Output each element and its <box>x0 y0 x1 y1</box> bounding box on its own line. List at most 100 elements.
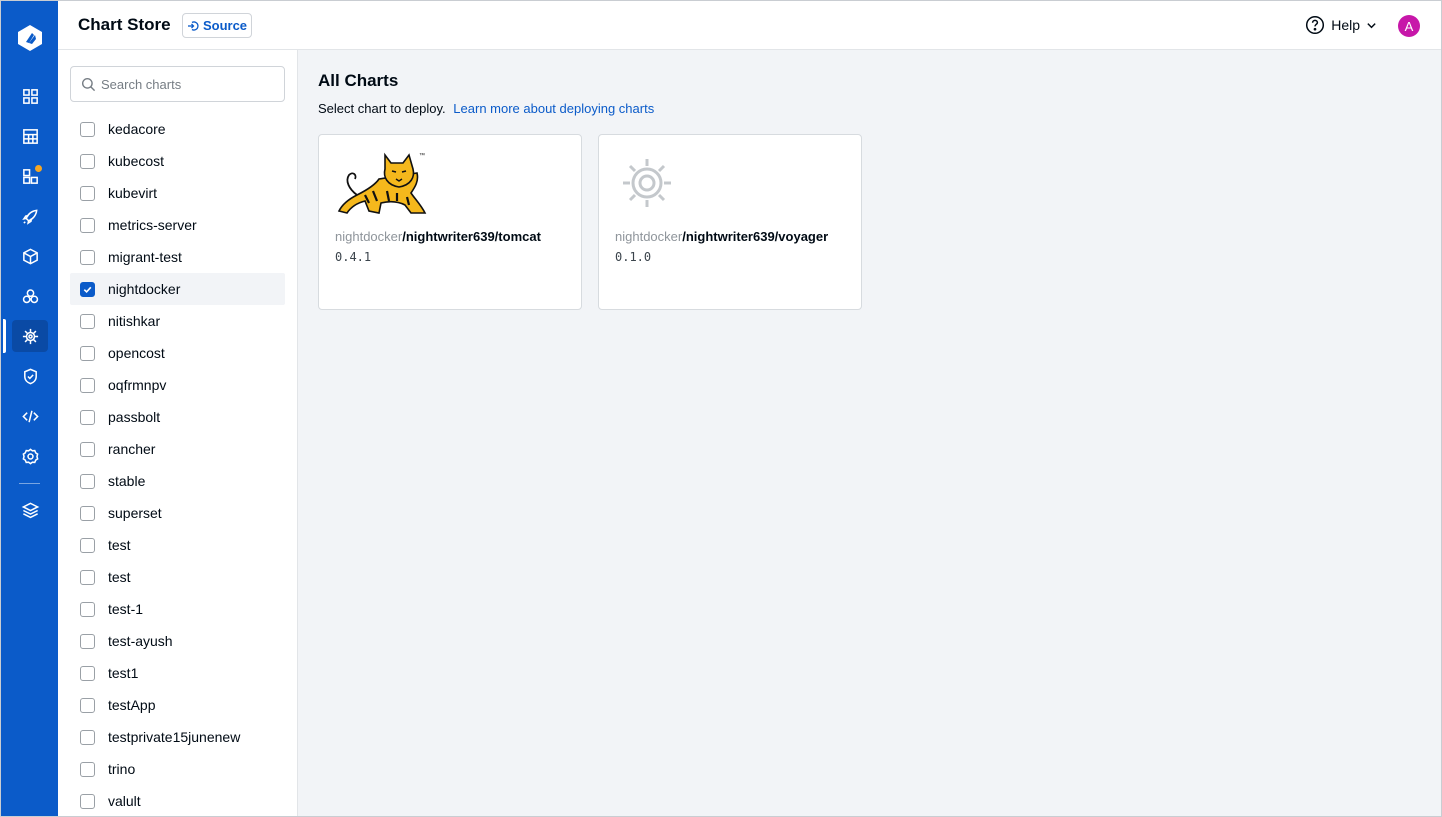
chart-source-filter: kedacore kubecost kubevirt metrics-server mi… <box>58 50 298 816</box>
source-filter-label: kedacore <box>108 121 166 137</box>
checkbox[interactable] <box>80 121 95 137</box>
source-filter-item[interactable]: test <box>70 529 285 561</box>
source-filter-label: valult <box>108 793 141 809</box>
source-filter-item[interactable]: test-1 <box>70 593 285 625</box>
source-list: kedacore kubecost kubevirt metrics-server mi… <box>70 113 285 816</box>
source-filter-item[interactable]: oqfrmnpv <box>70 369 285 401</box>
source-filter-item[interactable]: test-ayush <box>70 625 285 657</box>
app-frame: Chart Store Source Help A kedacore kubeco… <box>0 0 1442 817</box>
chart-path: /nightwriter639/voyager <box>682 229 829 244</box>
main-content: All Charts Select chart to deploy. Learn… <box>298 50 1441 816</box>
app-groups-icon[interactable] <box>12 160 48 192</box>
checkbox[interactable] <box>80 633 95 649</box>
source-button[interactable]: Source <box>182 13 252 38</box>
search-input[interactable] <box>101 67 281 101</box>
section-heading: All Charts <box>318 71 399 90</box>
checkbox[interactable] <box>80 601 95 617</box>
jobs-cube-icon[interactable] <box>12 240 48 272</box>
checkbox[interactable] <box>80 409 95 425</box>
code-icon[interactable] <box>12 400 48 432</box>
checkbox[interactable] <box>80 441 95 457</box>
chart-store-helm-icon[interactable] <box>12 320 48 352</box>
source-filter-label: nitishkar <box>108 313 161 329</box>
source-filter-item[interactable]: passbolt <box>70 401 285 433</box>
source-label: Source <box>202 18 248 33</box>
source-filter-label: test-1 <box>108 601 144 617</box>
source-filter-item[interactable]: testApp <box>70 689 285 721</box>
helm-placeholder-icon <box>623 159 671 207</box>
source-filter-label: trino <box>108 761 136 777</box>
source-filter-label: rancher <box>108 441 156 457</box>
security-shield-icon[interactable] <box>12 360 48 392</box>
source-filter-label: passbolt <box>108 409 161 425</box>
source-filter-item[interactable]: kubevirt <box>70 177 285 209</box>
checkbox[interactable] <box>80 345 95 361</box>
clusters-icon[interactable] <box>12 280 48 312</box>
checkbox[interactable] <box>80 313 95 329</box>
app-list-icon[interactable] <box>12 80 48 112</box>
source-filter-item[interactable]: nitishkar <box>70 305 285 337</box>
source-filter-item[interactable]: stable <box>70 465 285 497</box>
chevron-down-icon <box>1367 22 1376 28</box>
chart-card[interactable]: nightdocker/nightwriter639/voyager 0.1.0 <box>598 134 862 310</box>
source-filter-item[interactable]: test1 <box>70 657 285 689</box>
source-filter-label: test <box>108 537 131 553</box>
rail-divider <box>19 483 40 484</box>
source-filter-item[interactable]: nightdocker <box>70 273 285 305</box>
checkbox[interactable] <box>80 729 95 745</box>
chart-version: 0.4.1 <box>335 250 372 264</box>
source-filter-item[interactable]: valult <box>70 785 285 816</box>
source-filter-item[interactable]: superset <box>70 497 285 529</box>
source-filter-item[interactable]: rancher <box>70 433 285 465</box>
source-filter-label: testprivate15junenew <box>108 729 241 745</box>
source-filter-label: test-ayush <box>108 633 173 649</box>
page-title: Chart Store <box>78 15 171 34</box>
chart-card[interactable]: ™ nightdocker/nightwriter639/tomcat 0.4.… <box>318 134 582 310</box>
source-filter-item[interactable]: test <box>70 561 285 593</box>
source-filter-item[interactable]: testprivate15junenew <box>70 721 285 753</box>
help-menu[interactable]: Help <box>1305 15 1377 35</box>
checkbox[interactable] <box>80 761 95 777</box>
page-header: Chart Store Source Help A <box>58 1 1441 50</box>
resource-browser-icon[interactable] <box>12 120 48 152</box>
source-filter-label: opencost <box>108 345 165 361</box>
source-filter-label: test <box>108 569 131 585</box>
chart-version: 0.1.0 <box>615 250 652 264</box>
help-icon <box>1306 15 1325 35</box>
checkbox[interactable] <box>80 505 95 521</box>
source-filter-item[interactable]: migrant-test <box>70 241 285 273</box>
checkbox[interactable] <box>80 569 95 585</box>
source-filter-label: kubevirt <box>108 185 158 201</box>
checkbox[interactable] <box>80 153 95 169</box>
active-indicator <box>3 319 6 353</box>
settings-gear-icon[interactable] <box>12 440 48 472</box>
tomcat-logo: ™ <box>337 152 427 214</box>
user-avatar[interactable]: A <box>1398 15 1420 37</box>
checkbox[interactable] <box>80 537 95 553</box>
learn-more-link[interactable]: Learn more about deploying charts <box>453 101 654 116</box>
checkbox[interactable] <box>80 473 95 489</box>
checkbox[interactable] <box>80 185 95 201</box>
checkbox[interactable] <box>80 697 95 713</box>
source-filter-item[interactable]: trino <box>70 753 285 785</box>
checkbox[interactable] <box>80 281 95 297</box>
checkbox[interactable] <box>80 217 95 233</box>
source-filter-item[interactable]: kedacore <box>70 113 285 145</box>
checkbox[interactable] <box>80 377 95 393</box>
notification-badge <box>35 165 42 172</box>
search-icon <box>81 77 96 92</box>
stack-layers-icon[interactable] <box>12 494 48 526</box>
source-filter-item[interactable]: kubecost <box>70 145 285 177</box>
deployment-rocket-icon[interactable] <box>12 200 48 232</box>
source-filter-label: migrant-test <box>108 249 182 265</box>
source-icon <box>187 20 199 31</box>
checkbox[interactable] <box>80 665 95 681</box>
checkbox[interactable] <box>80 249 95 265</box>
source-filter-label: metrics-server <box>108 217 197 233</box>
source-filter-item[interactable]: metrics-server <box>70 209 285 241</box>
source-filter-label: superset <box>108 505 162 521</box>
source-filter-item[interactable]: opencost <box>70 337 285 369</box>
devtron-logo-icon[interactable] <box>15 23 45 53</box>
source-filter-label: stable <box>108 473 146 489</box>
checkbox[interactable] <box>80 793 95 809</box>
